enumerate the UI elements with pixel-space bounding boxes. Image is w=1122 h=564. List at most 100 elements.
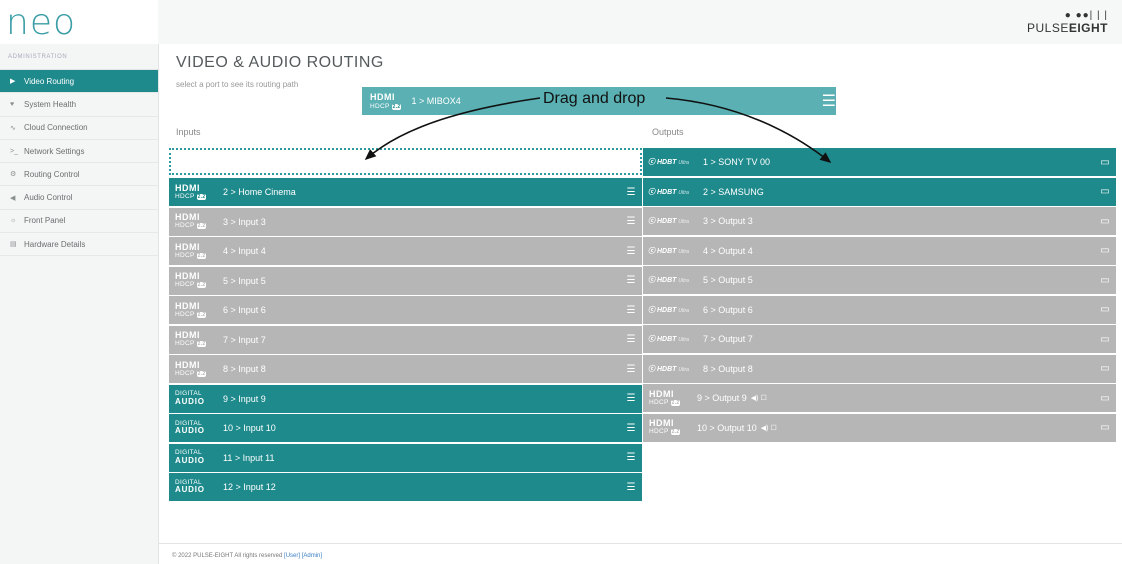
hdbt-logo-icon: ⓒ HDBT Ultra <box>648 277 689 284</box>
output-row[interactable]: ⓒ HDBT Ultra 1 > SONY TV 00 ▭ <box>643 148 1116 176</box>
hdmi-logo-icon: HDMI HDCP 2.2 <box>649 388 681 406</box>
input-row[interactable]: HDMI HDCP 2.2 7 > Input 7 ☰ <box>169 325 642 354</box>
input-label: 12 > Input 12 <box>223 482 276 492</box>
input-row[interactable]: HDMI HDCP 2.2 3 > Input 3 ☰ <box>169 207 642 236</box>
input-row[interactable]: DIGITAL AUDIO 9 > Input 9 ☰ <box>169 384 642 413</box>
input-label: 3 > Input 3 <box>223 216 266 227</box>
output-row[interactable]: ⓒ HDBT Ultra 2 > SAMSUNG ▭ <box>643 177 1116 206</box>
display-icon[interactable]: ▭ <box>1094 186 1116 197</box>
pulse-eight-logo: ● ●●| | | PULSEEIGHT <box>1027 10 1108 35</box>
sidebar-item-label: Video Routing <box>24 76 75 86</box>
inputs-heading: Inputs <box>176 127 201 137</box>
input-row[interactable]: DIGITAL AUDIO 10 > Input 10 ☰ <box>169 414 642 442</box>
input-label: 9 > Input 9 <box>223 393 266 404</box>
hdbt-logo-icon: ⓒ HDBT Ultra <box>648 218 689 225</box>
output-label: 7 > Output 7 <box>703 334 753 344</box>
menu-icon[interactable]: ☰ <box>620 393 642 404</box>
input-row[interactable]: DIGITAL AUDIO 11 > Input 11 ☰ <box>169 443 642 472</box>
audio-lock-icons[interactable]: ◀) ☐ <box>751 394 767 402</box>
sidebar-item-label: System Health <box>24 99 77 109</box>
audio-lock-icons[interactable]: ◀) ☐ <box>761 424 777 432</box>
hdmi-logo-icon: HDMI HDCP 2.2 <box>175 330 207 348</box>
output-row[interactable]: ⓒ HDBT Ultra 4 > Output 4 ▭ <box>643 236 1116 265</box>
input-row[interactable]: HDMI HDCP 2.2 6 > Input 6 ☰ <box>169 296 642 324</box>
hdmi-logo-icon: HDMI HDCP 2.2 <box>370 92 402 110</box>
menu-icon[interactable]: ☰ <box>822 91 836 111</box>
display-icon[interactable]: ▭ <box>1094 275 1116 286</box>
sidebar-item-video-routing[interactable]: ▶ Video Routing <box>0 70 158 94</box>
input-row[interactable]: HDMI HDCP 2.2 8 > Input 8 ☰ <box>169 355 642 383</box>
input-label: 4 > Input 4 <box>223 246 266 256</box>
display-icon[interactable]: ▭ <box>1094 334 1116 345</box>
header-stripe <box>158 0 1122 44</box>
hdmi-logo-icon: HDMI HDCP 2.2 <box>175 182 207 200</box>
output-row[interactable]: ⓒ HDBT Ultra 8 > Output 8 ▭ <box>643 354 1116 383</box>
hdbt-logo-icon: ⓒ HDBT Ultra <box>648 188 689 196</box>
output-label: 8 > Output 8 <box>703 363 753 374</box>
drag-and-drop-annotation: Drag and drop <box>541 90 648 108</box>
hdmi-logo-icon: HDMI HDCP 2.2 <box>175 300 207 318</box>
menu-icon[interactable]: ☰ <box>620 216 642 227</box>
output-row[interactable]: HDMI HDCP 2.2 9 > Output 9 ◀) ☐ ▭ <box>643 384 1116 412</box>
page-title: VIDEO & AUDIO ROUTING <box>176 54 384 71</box>
page-subtitle: select a port to see its routing path <box>176 80 299 89</box>
admin-link[interactable]: [Admin] <box>302 553 322 559</box>
display-icon[interactable]: ▭ <box>1094 422 1116 433</box>
sidebar-item-label: Routing Control <box>24 169 80 179</box>
display-icon[interactable]: ▭ <box>1094 157 1116 168</box>
output-label: 9 > Output 9 <box>697 393 747 403</box>
display-icon[interactable]: ▭ <box>1094 393 1116 404</box>
sidebar-item-network-settings[interactable]: >_ Network Settings <box>0 140 158 164</box>
sidebar-item-system-health[interactable]: ♥ System Health <box>0 93 158 117</box>
sidebar-item-routing-control[interactable]: ⚙ Routing Control <box>0 163 158 187</box>
display-icon[interactable]: ▭ <box>1094 304 1116 315</box>
output-row[interactable]: ⓒ HDBT Ultra 3 > Output 3 ▭ <box>643 207 1116 235</box>
menu-icon[interactable]: ☰ <box>620 364 642 375</box>
input-label: 10 > Input 10 <box>223 423 276 433</box>
input-row[interactable]: HDMI HDCP 2.2 2 > Home Cinema ☰ <box>169 178 642 206</box>
hdbt-logo-icon: ⓒ HDBT Ultra <box>648 336 689 343</box>
output-row[interactable]: ⓒ HDBT Ultra 7 > Output 7 ▭ <box>643 325 1116 353</box>
sidebar-header: ADMINISTRATION <box>0 44 158 70</box>
sidebar-item-front-panel[interactable]: ☼ Front Panel <box>0 210 158 234</box>
display-icon[interactable]: ▭ <box>1094 245 1116 256</box>
hdbt-logo-icon: ⓒ HDBT Ultra <box>648 159 689 166</box>
sidebar-item-hardware-details[interactable]: ▤ Hardware Details <box>0 233 158 257</box>
menu-icon[interactable]: ☰ <box>620 482 642 493</box>
digital-audio-logo-icon: DIGITAL AUDIO <box>175 478 205 495</box>
input-row[interactable]: HDMI HDCP 2.2 5 > Input 5 ☰ <box>169 266 642 295</box>
footer: © 2022 PULSE-EIGHT All rights reserved [… <box>159 543 1122 564</box>
output-row[interactable]: ⓒ HDBT Ultra 5 > Output 5 ▭ <box>643 266 1116 294</box>
sidebar-item-label: Audio Control <box>24 193 73 203</box>
menu-icon[interactable]: ☰ <box>620 305 642 316</box>
output-row[interactable]: HDMI HDCP 2.2 10 > Output 10 ◀) ☐ ▭ <box>643 413 1116 442</box>
sun-icon: ☼ <box>10 217 17 225</box>
menu-icon[interactable]: ☰ <box>620 187 642 198</box>
gears-icon: ⚙ <box>10 171 17 179</box>
menu-icon[interactable]: ☰ <box>620 423 642 434</box>
neo-logo[interactable]: neo <box>6 2 76 43</box>
output-label: 2 > SAMSUNG <box>703 186 764 197</box>
input-label: 2 > Home Cinema <box>223 187 296 197</box>
output-row[interactable]: ⓒ HDBT Ultra 6 > Output 6 ▭ <box>643 295 1116 324</box>
menu-icon[interactable]: ☰ <box>620 275 642 286</box>
chip-icon: ▤ <box>10 241 17 249</box>
sidebar-item-audio-control[interactable]: ◀ Audio Control <box>0 186 158 210</box>
menu-icon[interactable]: ☰ <box>620 452 642 463</box>
display-icon[interactable]: ▭ <box>1094 216 1116 227</box>
output-label: 10 > Output 10 <box>697 422 757 433</box>
menu-icon[interactable]: ☰ <box>620 334 642 345</box>
menu-icon[interactable]: ☰ <box>620 246 642 257</box>
hdbt-logo-icon: ⓒ HDBT Ultra <box>648 365 689 373</box>
sidebar-item-label: Cloud Connection <box>24 123 88 133</box>
input-row[interactable]: HDMI HDCP 2.2 4 > Input 4 ☰ <box>169 237 642 265</box>
input-row[interactable]: DIGITAL AUDIO 12 > Input 12 ☰ <box>169 473 642 501</box>
user-link[interactable]: [User] <box>284 553 300 559</box>
brand-dots: ● ●●| | | <box>1064 10 1108 21</box>
hdmi-logo-icon: HDMI HDCP 2.2 <box>649 418 681 436</box>
display-icon[interactable]: ▭ <box>1094 363 1116 374</box>
sidebar-item-cloud-connection[interactable]: ∿ Cloud Connection <box>0 117 158 140</box>
drop-zone[interactable] <box>169 148 642 175</box>
digital-audio-logo-icon: DIGITAL AUDIO <box>175 419 205 436</box>
heart-icon: ♥ <box>10 100 15 108</box>
